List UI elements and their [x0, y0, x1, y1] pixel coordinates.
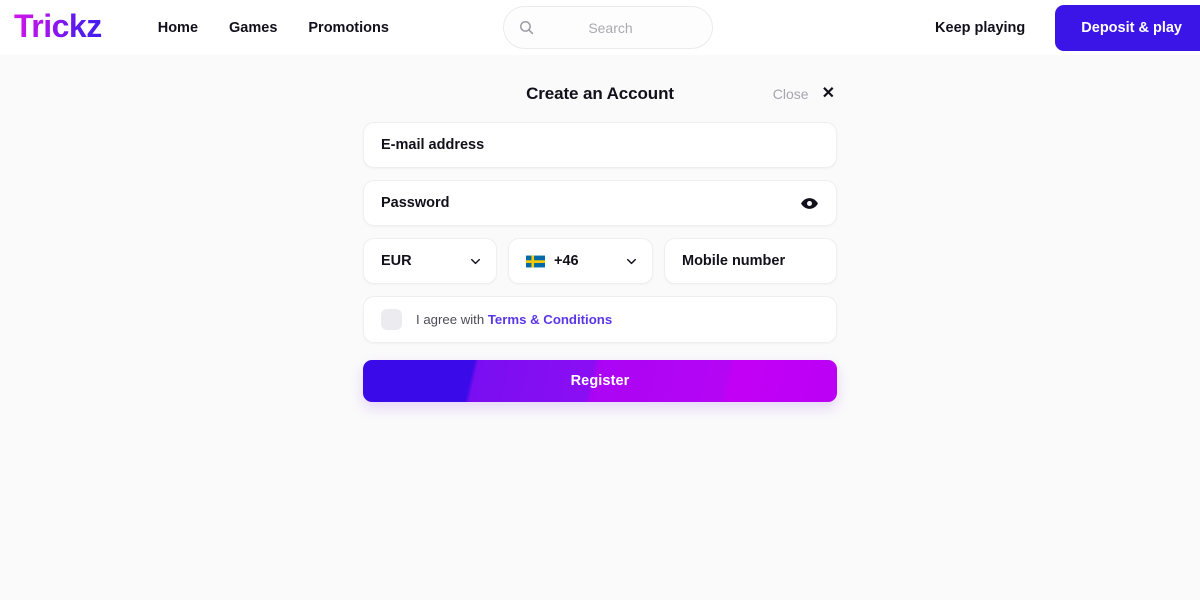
chevron-down-icon — [627, 258, 636, 264]
email-field[interactable]: E-mail address — [363, 122, 837, 168]
search-bar[interactable]: Search — [503, 6, 713, 49]
mobile-number-label: Mobile number — [682, 253, 786, 269]
create-account-modal: Create an Account Close ✕ E-mail address… — [363, 55, 837, 402]
close-icon: ✕ — [821, 85, 835, 102]
close-modal-button[interactable]: Close ✕ — [772, 85, 835, 103]
modal-title: Create an Account — [526, 84, 674, 103]
nav-item-home[interactable]: Home — [158, 20, 198, 36]
password-field[interactable]: Password — [363, 180, 837, 226]
keep-playing-link[interactable]: Keep playing — [935, 20, 1025, 36]
mobile-number-field[interactable]: Mobile number — [664, 238, 837, 284]
search-icon — [520, 21, 534, 35]
main-nav: Home Games Promotions — [158, 20, 389, 36]
currency-value: EUR — [381, 253, 412, 269]
currency-select[interactable]: EUR — [363, 238, 497, 284]
search-input[interactable]: Search — [535, 20, 698, 36]
terms-row[interactable]: I agree with Terms & Conditions — [363, 296, 837, 343]
brand-logo[interactable]: Trickz — [14, 10, 102, 45]
terms-prefix: I agree with — [416, 312, 488, 327]
dial-code-value: +46 — [554, 253, 579, 269]
close-label: Close — [772, 86, 809, 102]
email-field-label: E-mail address — [381, 137, 485, 153]
dial-code-select[interactable]: +46 — [508, 238, 653, 284]
header-actions: Keep playing Deposit & play — [935, 0, 1200, 55]
modal-header: Create an Account Close ✕ — [363, 77, 837, 111]
sweden-flag-icon — [526, 255, 545, 267]
terms-text: I agree with Terms & Conditions — [416, 312, 612, 327]
register-button[interactable]: Register — [363, 360, 837, 402]
password-field-label: Password — [381, 195, 450, 211]
deposit-and-play-button[interactable]: Deposit & play — [1055, 4, 1200, 51]
nav-item-games[interactable]: Games — [229, 20, 277, 36]
site-header: Trickz Home Games Promotions Search Keep… — [0, 0, 1200, 55]
eye-icon[interactable] — [800, 194, 819, 213]
terms-and-conditions-link[interactable]: Terms & Conditions — [488, 312, 612, 327]
nav-item-promotions[interactable]: Promotions — [308, 20, 389, 36]
currency-phone-row: EUR +46 Mobile number — [363, 238, 837, 284]
terms-checkbox[interactable] — [381, 309, 402, 330]
chevron-down-icon — [471, 258, 480, 264]
